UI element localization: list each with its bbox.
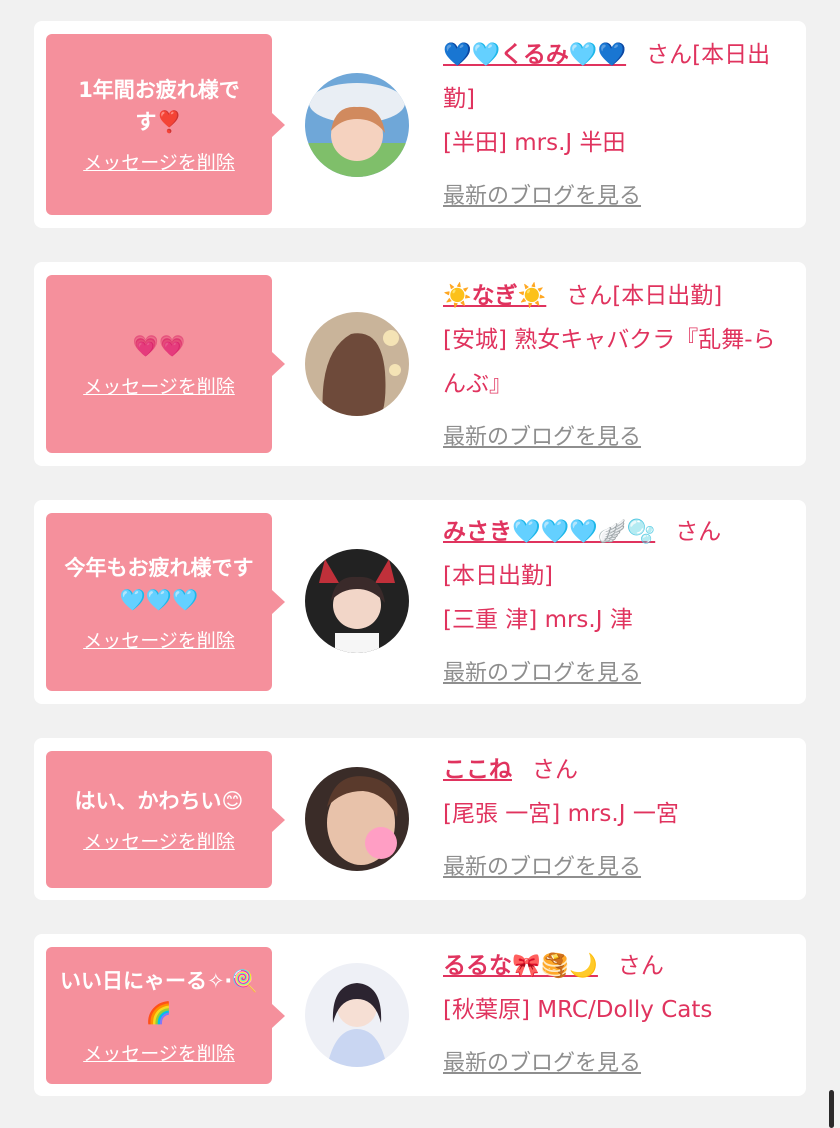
- honorific: さん: [566, 283, 613, 309]
- message-card: 💗💗 メッセージを削除 ☀️なぎ☀️ さん[本日出勤] [安城] 熟女キャバクラ『…: [34, 262, 806, 466]
- cast-info: ☀️なぎ☀️ さん[本日出勤] [安城] 熟女キャバクラ『乱舞-らんぶ』 最新のブ…: [443, 274, 788, 460]
- cast-info: ここね さん [尾張 一宮] mrs.J 一宮 最新のブログを見る: [443, 748, 788, 890]
- shop-name: [三重 津] mrs.J 津: [443, 607, 633, 633]
- shop-name: [秋葉原] MRC/Dolly Cats: [443, 997, 713, 1023]
- shop-name: [尾張 一宮] mrs.J 一宮: [443, 801, 679, 827]
- message-bubble: いい日にゃーる✧︎‧🍭🌈 メッセージを削除: [46, 947, 285, 1084]
- cast-name-link[interactable]: みさき🩵🩵🩵🪽🫧: [443, 519, 655, 545]
- cast-name-link[interactable]: ここね: [443, 757, 512, 783]
- cast-info: 💙🩵くるみ🩵💙 さん[本日出勤] [半田] mrs.J 半田 最新のブログを見る: [443, 33, 788, 219]
- cast-info: みさき🩵🩵🩵🪽🫧 さん [本日出勤] [三重 津] mrs.J 津 最新のブログを…: [443, 510, 788, 696]
- message-text: 💗💗: [132, 333, 186, 358]
- delete-message-link[interactable]: メッセージを削除: [83, 1039, 235, 1066]
- message-text: 今年もお疲れ様です🩵🩵🩵: [64, 555, 254, 612]
- latest-blog-link[interactable]: 最新のブログを見る: [443, 846, 641, 890]
- delete-message-link[interactable]: メッセージを削除: [83, 827, 235, 854]
- message-bubble: 今年もお疲れ様です🩵🩵🩵 メッセージを削除: [46, 513, 285, 691]
- delete-message-link[interactable]: メッセージを削除: [83, 148, 235, 175]
- avatar[interactable]: [305, 963, 409, 1067]
- latest-blog-link[interactable]: 最新のブログを見る: [443, 175, 641, 219]
- honorific: さん: [617, 953, 664, 979]
- message-card: 今年もお疲れ様です🩵🩵🩵 メッセージを削除 みさき🩵🩵🩵🪽🫧 さん [本日出勤] …: [34, 500, 806, 704]
- message-text: 1年間お疲れ様です❣️: [78, 78, 240, 134]
- latest-blog-link[interactable]: 最新のブログを見る: [443, 1042, 641, 1086]
- avatar[interactable]: [305, 767, 409, 871]
- message-bubble: はい、かわちい😊 メッセージを削除: [46, 751, 285, 888]
- cast-name-link[interactable]: るるな🎀🥞🌙: [443, 953, 598, 979]
- message-text: はい、かわちい😊: [74, 789, 244, 813]
- honorific: さん: [675, 519, 722, 545]
- work-status: [本日出勤]: [612, 283, 723, 309]
- delete-message-link[interactable]: メッセージを削除: [83, 372, 235, 399]
- message-text: いい日にゃーる✧︎‧🍭🌈: [59, 969, 259, 1025]
- honorific: さん: [646, 42, 693, 68]
- message-bubble: 💗💗 メッセージを削除: [46, 275, 285, 453]
- message-card: 1年間お疲れ様です❣️ メッセージを削除 💙🩵くるみ🩵💙 さん[本日出勤] [半田…: [34, 21, 806, 228]
- honorific: さん: [532, 757, 578, 783]
- message-card: はい、かわちい😊 メッセージを削除 ここね さん [尾張 一宮] mrs.J 一宮…: [34, 738, 806, 900]
- shop-name: [安城] 熟女キャバクラ『乱舞-らんぶ』: [443, 327, 776, 397]
- cast-name-link[interactable]: 💙🩵くるみ🩵💙: [443, 42, 626, 68]
- cast-info: るるな🎀🥞🌙 さん [秋葉原] MRC/Dolly Cats 最新のブログを見る: [443, 944, 788, 1086]
- message-bubble: 1年間お疲れ様です❣️ メッセージを削除: [46, 34, 285, 215]
- avatar[interactable]: [305, 312, 409, 416]
- message-card: いい日にゃーる✧︎‧🍭🌈 メッセージを削除 るるな🎀🥞🌙 さん [秋葉原] MRC…: [34, 934, 806, 1096]
- latest-blog-link[interactable]: 最新のブログを見る: [443, 416, 641, 460]
- avatar[interactable]: [305, 549, 409, 653]
- delete-message-link[interactable]: メッセージを削除: [83, 626, 235, 653]
- work-status: [本日出勤]: [443, 563, 553, 589]
- scrollbar[interactable]: [829, 1090, 834, 1128]
- avatar[interactable]: [305, 73, 409, 177]
- shop-name: [半田] mrs.J 半田: [443, 130, 626, 156]
- latest-blog-link[interactable]: 最新のブログを見る: [443, 652, 641, 696]
- cast-name-link[interactable]: ☀️なぎ☀️: [443, 283, 546, 309]
